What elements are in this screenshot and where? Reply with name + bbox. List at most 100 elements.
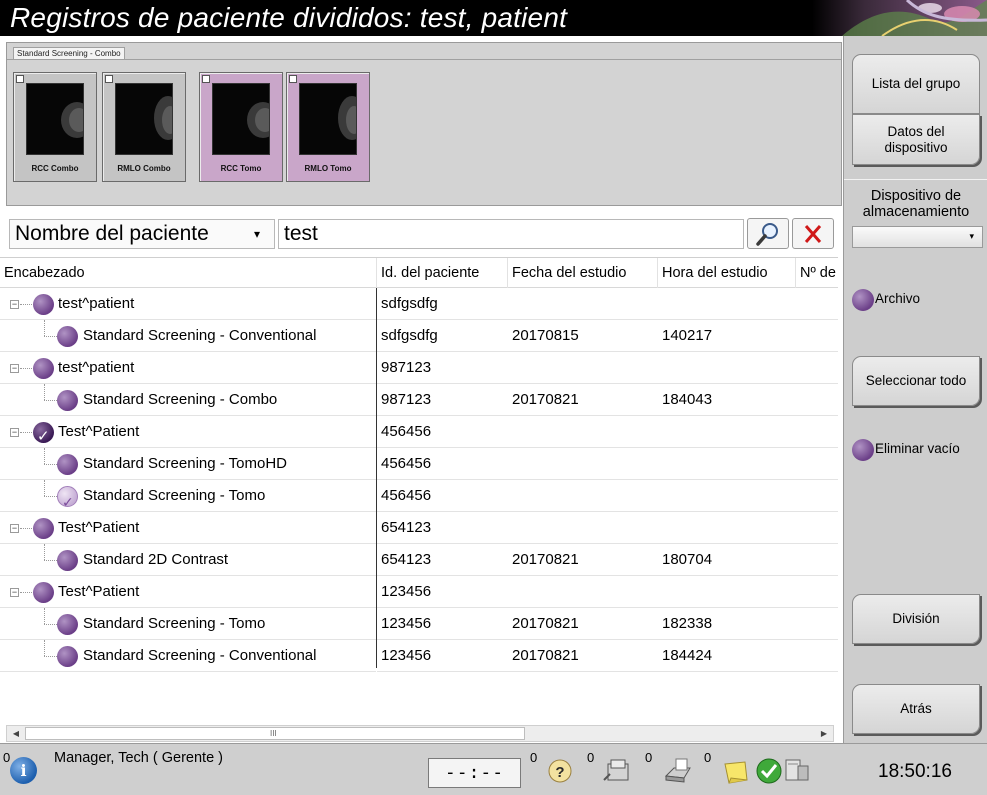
table-row[interactable]: Standard Screening - Conventional 123456 2…	[0, 640, 838, 672]
number-cell	[796, 608, 838, 640]
table-row[interactable]: Standard Screening - Tomo 456456	[0, 480, 838, 512]
group-list-button[interactable]: Lista del grupo	[852, 54, 980, 114]
record-icon[interactable]	[57, 550, 78, 571]
record-name: Test^Patient	[58, 423, 140, 440]
archive-option[interactable]: Archivo	[852, 288, 982, 312]
record-name: Standard Screening - TomoHD	[83, 455, 287, 472]
study-time-cell	[658, 352, 796, 384]
column-header-heading[interactable]: Encabezado	[0, 258, 377, 288]
table-row[interactable]: − test^patient 987123	[0, 352, 838, 384]
search-field-dropdown[interactable]: Nombre del paciente ▾	[9, 219, 275, 249]
patient-id-cell: 987123	[377, 352, 508, 384]
flower-decoration-icon	[812, 0, 987, 36]
procedure-timer[interactable]: --:--	[428, 758, 521, 788]
mammogram-image	[26, 83, 84, 155]
thumbnail-checkbox[interactable]	[202, 75, 210, 83]
collapse-toggle-icon[interactable]: −	[10, 588, 19, 597]
study-date-cell	[508, 416, 658, 448]
delete-empty-radio-icon[interactable]	[852, 439, 874, 461]
queue-count: 0	[587, 750, 595, 765]
thumbnail[interactable]: RMLO Combo	[102, 72, 186, 182]
column-divider[interactable]	[376, 288, 377, 668]
tree-connector	[44, 320, 45, 336]
number-cell	[796, 544, 838, 576]
number-cell	[796, 480, 838, 512]
printer-icon[interactable]	[660, 756, 696, 786]
study-time-cell: 140217	[658, 320, 796, 352]
table-row[interactable]: Standard Screening - Combo 987123 20170821…	[0, 384, 838, 416]
current-user: Manager, Tech ( Gerente )	[54, 750, 223, 766]
collapse-toggle-icon[interactable]: −	[10, 524, 19, 533]
series-tab[interactable]: Standard Screening - Combo	[13, 47, 125, 59]
storage-device-dropdown[interactable]: ▾	[852, 226, 983, 248]
column-header-study-date[interactable]: Fecha del estudio	[508, 258, 658, 288]
collapse-toggle-icon[interactable]: −	[10, 364, 19, 373]
back-button[interactable]: Atrás	[852, 684, 980, 734]
record-icon[interactable]	[57, 390, 78, 411]
thumbnail-label: RMLO Tomo	[304, 164, 352, 173]
record-icon[interactable]	[33, 518, 54, 539]
record-icon[interactable]	[33, 294, 54, 315]
record-icon[interactable]	[33, 582, 54, 603]
collapse-toggle-icon[interactable]: −	[10, 428, 19, 437]
table-row[interactable]: Standard Screening - Conventional sdfgsdf…	[0, 320, 838, 352]
dropdown-arrow-icon: ▾	[253, 227, 260, 241]
record-icon[interactable]	[57, 614, 78, 635]
search-input[interactable]	[278, 219, 744, 249]
thumbnail[interactable]: RCC Combo	[13, 72, 97, 182]
thumbnail-selected[interactable]: RMLO Tomo	[286, 72, 370, 182]
table-row[interactable]: Standard Screening - Tomo 123456 20170821 1…	[0, 608, 838, 640]
collapse-toggle-icon[interactable]: −	[10, 300, 19, 309]
scroll-left-icon[interactable]: ◀	[9, 727, 23, 740]
table-row[interactable]: Standard 2D Contrast 654123 20170821 180704	[0, 544, 838, 576]
study-time-cell: 182338	[658, 608, 796, 640]
transfer-queue-icon[interactable]	[600, 756, 636, 786]
record-name: Test^Patient	[58, 519, 140, 536]
tree-connector	[44, 480, 45, 496]
split-button[interactable]: División	[852, 594, 980, 644]
record-checked-icon[interactable]	[57, 486, 78, 511]
notes-icon[interactable]	[717, 756, 753, 786]
info-icon[interactable]: i	[10, 757, 37, 784]
help-icon[interactable]: ?	[542, 756, 578, 786]
thumbnail-checkbox[interactable]	[289, 75, 297, 83]
search-button[interactable]	[747, 218, 789, 249]
scrollbar-grip: III	[270, 729, 277, 738]
table-row[interactable]: − test^patient sdfgsdfg	[0, 288, 838, 320]
record-name: Standard 2D Contrast	[83, 551, 229, 568]
column-header-patient-id[interactable]: Id. del paciente	[377, 258, 508, 288]
delete-empty-option[interactable]: Eliminar vacío	[852, 438, 982, 462]
thumbnail-checkbox[interactable]	[105, 75, 113, 83]
table-row[interactable]: Standard Screening - TomoHD 456456	[0, 448, 838, 480]
thumbnail-selected[interactable]: RCC Tomo	[199, 72, 283, 182]
red-x-icon	[804, 225, 822, 243]
mammogram-image	[212, 83, 270, 155]
heading-cell: Standard Screening - Tomo	[0, 608, 376, 640]
clear-search-button[interactable]	[792, 218, 834, 249]
study-date-cell: 20170821	[508, 608, 658, 640]
select-all-button[interactable]: Seleccionar todo	[852, 356, 980, 406]
scrollbar-thumb[interactable]: III	[25, 727, 525, 740]
archive-radio-icon[interactable]	[852, 289, 874, 311]
record-icon[interactable]	[57, 454, 78, 475]
table-row[interactable]: − Test^Patient 123456	[0, 576, 838, 608]
scroll-right-icon[interactable]: ▶	[817, 727, 831, 740]
number-cell	[796, 384, 838, 416]
table-row[interactable]: − Test^Patient 456456	[0, 416, 838, 448]
thumbnail-checkbox[interactable]	[16, 75, 24, 83]
system-icon[interactable]	[782, 756, 812, 786]
number-cell	[796, 288, 838, 320]
heading-cell: Standard Screening - Tomo	[0, 480, 376, 512]
column-header-number[interactable]: Nº de	[796, 258, 838, 288]
magnifier-icon	[756, 223, 778, 246]
table-row[interactable]: − Test^Patient 654123	[0, 512, 838, 544]
device-data-button[interactable]: Datos del dispositivo	[852, 114, 980, 165]
record-checked-icon[interactable]	[33, 421, 54, 447]
record-icon[interactable]	[57, 646, 78, 667]
record-icon[interactable]	[33, 358, 54, 379]
delete-empty-label: Eliminar vacío	[875, 441, 960, 456]
column-header-study-time[interactable]: Hora del estudio	[658, 258, 796, 288]
tree-connector	[44, 384, 45, 400]
record-icon[interactable]	[57, 326, 78, 347]
horizontal-scrollbar[interactable]: ◀ III ▶	[6, 725, 834, 742]
